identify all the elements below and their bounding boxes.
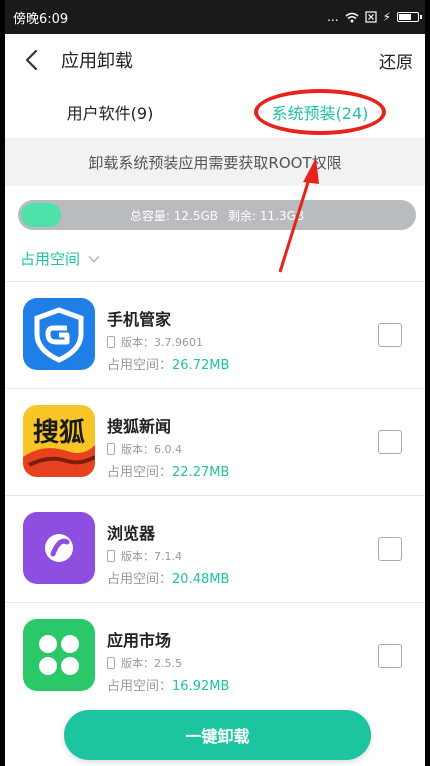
sort-label: 占用空间 [20,250,81,268]
select-checkbox[interactable] [378,323,402,347]
version-text: 版本：7.1.4 [121,550,182,563]
battery-icon [397,12,422,22]
restore-button[interactable]: 还原 [379,48,413,73]
chevron-down-icon [88,255,100,263]
storage-remaining: 剩余: 11.3GB [228,208,305,223]
back-button[interactable] [5,34,57,86]
size-value: 20.48MB [172,572,230,587]
size-label: 占用空间： [107,679,173,694]
size-label: 占用空间： [107,572,173,587]
app-size: 占用空间：16.92MB [107,675,229,694]
root-notice: 卸载系统预装应用需要获取ROOT权限 [5,138,425,186]
storage-bar: 总容量: 12.5GB 剩余: 11.3GB [18,200,416,230]
list-item[interactable]: 搜狐 搜狐新闻 版本：6.0.4 占用空间：22.27MB [5,388,425,495]
page-title: 应用卸载 [61,51,133,72]
status-time: 傍晚6:09 [13,11,69,27]
annotation-circle [254,89,386,135]
tab-system-apps[interactable]: 系统预装(24) [215,86,425,138]
phone-manager-app-icon [23,298,95,370]
version-text: 版本：3.7.9601 [121,336,203,349]
storage-label: 总容量: 12.5GB 剩余: 11.3GB [18,200,416,230]
app-name: 浏览器 [107,524,156,543]
bottom-bar: 一键卸载 [5,700,425,766]
phone-icon [107,336,115,348]
app-version: 版本：6.0.4 [107,441,229,457]
status-bar: 傍晚6:09 ... ⚡ [5,0,425,34]
app-version: 版本：2.5.5 [107,655,229,671]
list-item[interactable]: 浏览器 版本：7.1.4 占用空间：20.48MB [5,495,425,602]
tab-label: 用户软件(9) [66,104,154,123]
list-item[interactable]: 手机管家 版本：3.7.9601 占用空间：26.72MB [5,281,425,388]
uninstall-all-button[interactable]: 一键卸载 [64,710,371,760]
sim-icon [364,11,377,23]
more-icon: ... [327,10,339,24]
charging-icon: ⚡ [382,10,391,24]
sort-dropdown[interactable]: 占用空间 [20,248,100,269]
version-text: 版本：6.0.4 [121,443,182,456]
status-icons: ... ⚡ [327,10,422,24]
app-screen: 傍晚6:09 ... ⚡ 应用卸载 还原 用户软件(9) 系统预装(24) 卸载… [5,0,425,766]
size-value: 26.72MB [172,358,230,373]
sohu-logo-text: 搜狐 [33,418,85,448]
size-value: 16.92MB [172,679,230,694]
wifi-icon [345,12,359,22]
select-checkbox[interactable] [378,537,402,561]
back-arrow-icon [25,49,38,71]
size-label: 占用空间： [107,465,173,480]
app-info: 浏览器 版本：7.1.4 占用空间：20.48MB [107,520,229,587]
version-text: 版本：2.5.5 [121,657,182,670]
app-size: 占用空间：22.27MB [107,461,229,480]
select-checkbox[interactable] [378,430,402,454]
app-info: 应用市场 版本：2.5.5 占用空间：16.92MB [107,627,229,694]
app-name: 搜狐新闻 [107,417,172,436]
phone-icon [107,550,115,562]
tab-bar: 用户软件(9) 系统预装(24) [5,86,425,138]
app-size: 占用空间：26.72MB [107,354,229,373]
size-value: 22.27MB [172,465,230,480]
browser-app-icon [23,512,95,584]
app-list: 手机管家 版本：3.7.9601 占用空间：26.72MB 搜狐 搜狐新闻 版本… [5,281,425,709]
list-item[interactable]: 应用市场 版本：2.5.5 占用空间：16.92MB [5,602,425,709]
size-label: 占用空间： [107,358,173,373]
app-info: 手机管家 版本：3.7.9601 占用空间：26.72MB [107,306,229,373]
app-version: 版本：3.7.9601 [107,334,229,350]
app-name: 应用市场 [107,631,172,650]
tab-user-apps[interactable]: 用户软件(9) [5,86,215,138]
storage-total: 总容量: 12.5GB [129,208,218,223]
app-store-app-icon [23,619,95,691]
phone-icon [107,657,115,669]
select-checkbox[interactable] [378,644,402,668]
phone-icon [107,443,115,455]
header: 应用卸载 还原 [5,34,425,86]
app-version: 版本：7.1.4 [107,548,229,564]
app-info: 搜狐新闻 版本：6.0.4 占用空间：22.27MB [107,413,229,480]
app-name: 手机管家 [107,310,172,329]
sohu-news-app-icon: 搜狐 [23,405,95,477]
app-size: 占用空间：20.48MB [107,568,229,587]
